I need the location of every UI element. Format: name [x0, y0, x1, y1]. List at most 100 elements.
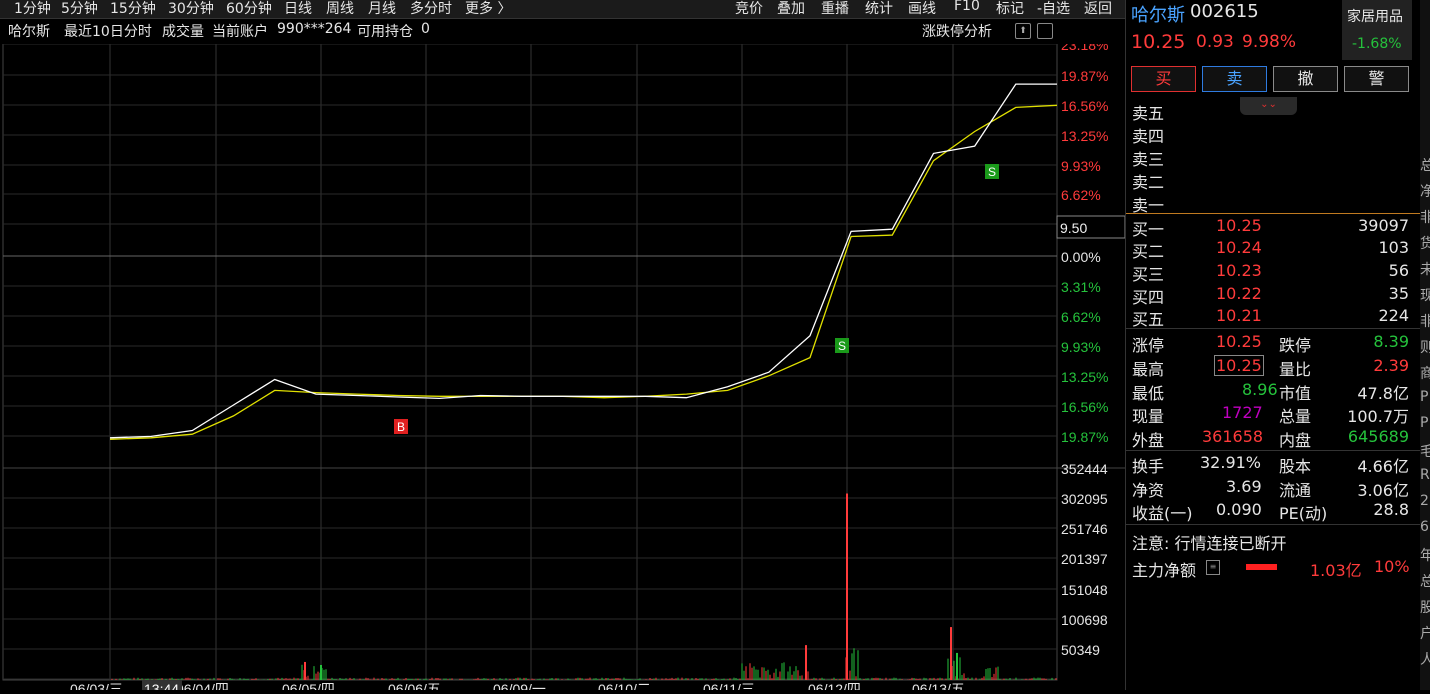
side-info-strip: 总净非货未现非则商PP毛R26年总股户人: [1420, 0, 1430, 690]
edge-char: 总: [1420, 158, 1430, 174]
tab-30min[interactable]: 30分钟: [168, 0, 214, 18]
turnover-label: 换手: [1132, 457, 1165, 476]
overlay-button[interactable]: 叠加: [774, 0, 808, 18]
pct-axis-label: 6.62%: [1061, 309, 1101, 325]
buy-button[interactable]: 买: [1131, 66, 1196, 92]
bid4-volume: 35: [1388, 284, 1409, 303]
draw-button[interactable]: 画线: [905, 0, 939, 18]
tab-weekly[interactable]: 周线: [326, 0, 354, 18]
nav-value: 3.69: [1226, 477, 1262, 496]
holding-value: 0: [421, 21, 430, 37]
back-button[interactable]: 返回: [1081, 0, 1115, 18]
bid2-price: 10.24: [1216, 238, 1262, 257]
edge-char: 总: [1420, 574, 1430, 590]
pct-axis-label: 16.56%: [1061, 399, 1108, 415]
tab-multi-intraday[interactable]: 多分时: [410, 0, 452, 18]
pct-axis-label: 3.31%: [1061, 279, 1101, 295]
ask3-label: 卖三: [1132, 150, 1165, 169]
collapse-chevron-icon[interactable]: ⌄⌄: [1240, 97, 1297, 115]
inner-label: 内盘: [1279, 431, 1312, 450]
main-flow-label: 主力净额: [1132, 561, 1197, 580]
bid3-price: 10.23: [1216, 261, 1262, 280]
sector-box[interactable]: 家居用品 -1.68%: [1342, 0, 1412, 60]
edge-char: 货: [1420, 236, 1430, 252]
bid2-label: 买二: [1132, 242, 1165, 261]
pct-axis-label: 13.25%: [1061, 128, 1108, 144]
pe-value: 28.8: [1373, 500, 1409, 519]
mkt-cap-value: 47.8亿: [1357, 384, 1409, 403]
connection-notice: 注意: 行情连接已断开: [1132, 534, 1287, 553]
cancel-order-button[interactable]: 撤: [1273, 66, 1338, 92]
watchlist-button[interactable]: -自选: [1034, 0, 1073, 18]
bid1-volume: 39097: [1358, 216, 1409, 235]
cur-vol-value: 1727: [1222, 403, 1263, 422]
x-day-label: 06/10/二: [598, 681, 651, 690]
stats-divider: [1126, 328, 1421, 329]
volume-label: 成交量: [162, 24, 204, 40]
sector-change: -1.68%: [1352, 36, 1402, 52]
edge-char: 户: [1420, 626, 1430, 642]
alert-button[interactable]: 警: [1344, 66, 1409, 92]
edge-char: 非: [1420, 210, 1430, 226]
pct-axis-label: 23.18%: [1061, 44, 1108, 53]
tab-60min[interactable]: 60分钟: [226, 0, 272, 18]
pct-axis-label: 19.87%: [1061, 68, 1108, 84]
intraday-chart: 23.18% 19.87% 16.56% 13.25% 9.93% 6.62% 0.00% 3…: [0, 37, 1126, 694]
f10-button[interactable]: F10: [951, 0, 983, 14]
bid3-volume: 56: [1388, 261, 1409, 280]
replay-button[interactable]: 重播: [818, 0, 852, 18]
layout-toggle-icon[interactable]: [1037, 23, 1053, 39]
turnover-value: 32.91%: [1200, 453, 1262, 472]
quote-stock-code: 002615: [1190, 1, 1259, 22]
chart-svg: 23.18% 19.87% 16.56% 13.25% 9.93% 6.62% 0.00% 3…: [2, 37, 1126, 694]
stats-button[interactable]: 统计: [862, 0, 896, 18]
eps-value: 0.090: [1216, 500, 1262, 519]
limit-down-label: 跌停: [1279, 336, 1312, 355]
tab-5min[interactable]: 5分钟: [61, 0, 98, 18]
stock-name-label: 哈尔斯: [8, 24, 50, 40]
bid1-price: 10.25: [1216, 216, 1262, 235]
tab-1min[interactable]: 1分钟: [14, 0, 51, 18]
limit-analysis-link[interactable]: 涨跌停分析: [922, 21, 992, 41]
x-day-label: 06/03/三: [70, 681, 123, 690]
cursor-time-label: 13:44: [144, 681, 179, 690]
x-day-label: 06/13/五: [912, 681, 965, 690]
trade-marker-label: S: [988, 165, 996, 179]
scroll-up-icon[interactable]: ⬆: [1015, 23, 1031, 39]
tab-monthly[interactable]: 月线: [368, 0, 396, 18]
plot-border: [2, 43, 1058, 681]
quote-panel: 哈尔斯 002615 家居用品 -1.68% 10.25 0.93 9.98% …: [1125, 0, 1421, 690]
tab-more[interactable]: 更多 〉: [465, 0, 511, 18]
quote-stock-name: 哈尔斯: [1131, 5, 1185, 26]
auction-button[interactable]: 竞价: [732, 0, 766, 18]
volume-axis-label: 251746: [1061, 521, 1108, 537]
outer-value: 361658: [1202, 427, 1264, 446]
share-cap-label: 股本: [1279, 457, 1312, 476]
menu-icon[interactable]: ≡: [1206, 560, 1220, 575]
sell-button[interactable]: 卖: [1202, 66, 1267, 92]
edge-char: 非: [1420, 314, 1430, 330]
edge-char: 现: [1420, 288, 1430, 304]
edge-char: 则: [1420, 340, 1430, 356]
edge-char: 年: [1420, 548, 1430, 564]
pe-label: PE(动): [1279, 504, 1328, 523]
holding-label: 可用持仓: [357, 24, 413, 40]
pct-axis-label: 16.56%: [1061, 98, 1108, 114]
account-number: 990***264: [277, 21, 352, 37]
low-value: 8.96: [1242, 380, 1278, 399]
high-label: 最高: [1132, 360, 1165, 379]
edge-char: 人: [1420, 652, 1430, 668]
inner-value: 645689: [1347, 427, 1409, 446]
pct-axis-label: 13.25%: [1061, 369, 1108, 385]
total-vol-value: 100.7万: [1347, 407, 1409, 426]
cur-vol-label: 现量: [1132, 407, 1165, 426]
pct-axis-label: 19.87%: [1061, 429, 1108, 445]
tab-daily[interactable]: 日线: [284, 0, 312, 18]
tab-15min[interactable]: 15分钟: [110, 0, 156, 18]
bid2-volume: 103: [1378, 238, 1409, 257]
x-day-label: 06/11/三: [703, 681, 755, 690]
limit-down-value: 8.39: [1373, 332, 1409, 351]
mark-button[interactable]: 标记: [993, 0, 1027, 18]
nav-label: 净资: [1132, 481, 1165, 500]
low-label: 最低: [1132, 384, 1165, 403]
